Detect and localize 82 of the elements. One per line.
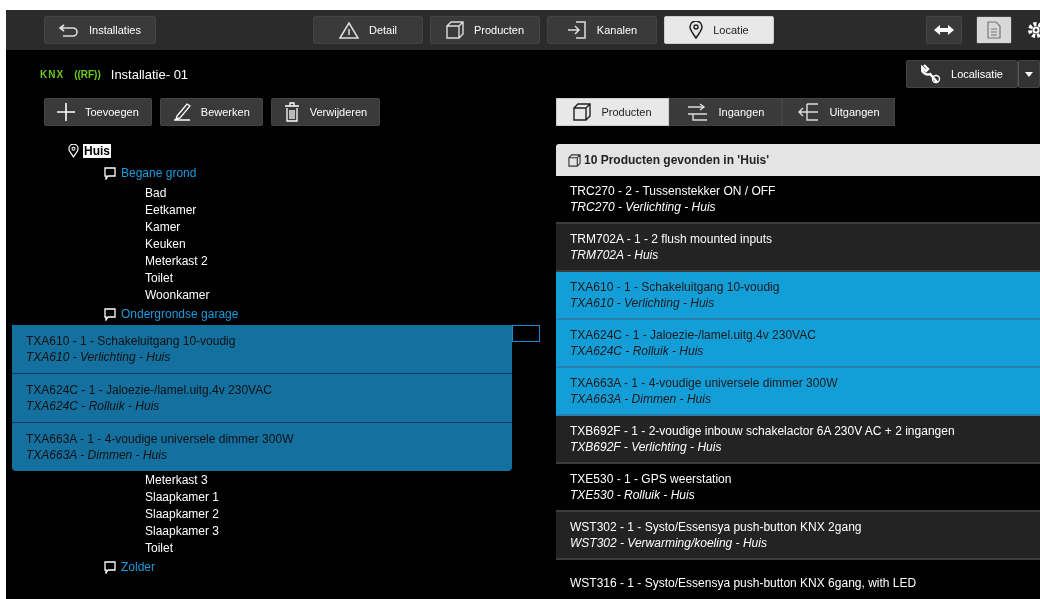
product-subtitle: WST302 - Verwarming/koeling - Huis [570,536,768,550]
document-button[interactable] [976,16,1012,44]
back-button[interactable]: Installaties [44,16,156,44]
tree-item[interactable]: Toilet [144,270,174,285]
tree-item[interactable]: Slaapkamer 1 [144,489,221,504]
product-row[interactable]: TXA610 - 1 - Schakeluitgang 10-voudig TXA610 - Verlichting - Huis [556,272,1040,320]
tree-item[interactable]: Meterkast 3 [144,472,209,487]
rf-logo: ((RF)) [74,68,101,80]
product-title: WST316 - 1 - Systo/Essensya push-button KNX 6gang, with LED [570,576,918,590]
product-subtitle: TRM702A - Huis [570,248,660,262]
drag-item-title: TXA610 - 1 - Schakeluitgang 10-voudig [26,334,236,348]
drag-item-title: TXA624C - 1 - Jaloezie-/lamel.uitg.4v 230VAC [26,383,272,397]
drop-target-outline [512,325,540,342]
tree-item[interactable]: Zolder [120,560,156,574]
product-title: WST302 - 1 - Systo/Essensya push-button KNX 2gang [570,520,863,534]
tree-item[interactable]: Eetkamer [144,202,198,217]
product-row[interactable]: TXB692F - 1 - 2-voudige inbouw schakelactor 6A 230V AC + 2 ingangen TXB692F - Verlichting - Huis [556,416,1040,464]
knx-logo: KNX [40,68,65,80]
enter-icon [566,21,587,39]
product-title: TRM702A - 1 - 2 flush mounted inputs [570,232,774,246]
tree-item[interactable]: Huis [83,144,111,158]
drag-item-subtitle: TXA624C - Rolluik - Huis [26,399,160,413]
drag-item-subtitle: TXA610 - Verlichting - Huis [26,350,171,364]
plus-icon [57,103,75,121]
drag-item-title: TXA663A - 1 - 4-voudige universele dimmer 300W [26,432,294,446]
dropdown-button[interactable] [1018,60,1040,88]
tree-item[interactable]: Slaapkamer 2 [144,506,221,521]
view-tab[interactable]: Uitgangen [782,98,895,126]
toolbar-button[interactable]: Toevoegen [44,98,152,126]
product-subtitle: TXA610 - Verlichting - Huis [570,296,716,310]
tree-item[interactable]: Ondergrondse garage [120,307,240,321]
installation-title: Installatie- 01 [110,66,189,82]
pencil-icon [172,103,191,121]
document-icon [987,21,1001,39]
output-arrows-icon [797,103,820,121]
toolbar-button[interactable]: Bewerken [159,98,263,126]
tree-item[interactable]: Meterkast 2 [144,253,209,268]
product-row[interactable]: TXA663A - 1 - 4-voudige universele dimmer 300W TXA663A - Dimmen - Huis [556,368,1040,416]
toolbar-button[interactable]: Verwijderen [270,98,381,126]
back-arrow-icon [59,23,79,37]
tree-item[interactable]: Slaapkamer 3 [144,523,221,538]
nav-tab[interactable]: Producten [430,16,540,44]
tree-item[interactable]: Toilet [144,540,174,555]
products-heading: 10 Producten gevonden in 'Huis' [584,153,770,167]
double-arrow-icon [934,25,954,35]
product-title: TXA663A - 1 - 4-voudige universele dimmer 300W [570,376,839,390]
product-row[interactable]: TRM702A - 1 - 2 flush mounted inputs TRM702A - Huis [556,224,1040,272]
tree-item[interactable]: Begane grond [120,166,198,180]
tree-item[interactable]: Kamer [144,219,182,234]
caret-icon [1025,71,1033,77]
product-subtitle: TXE530 - Rolluik - Huis [570,488,696,502]
split-view-button[interactable] [926,16,962,44]
box-icon [445,21,464,39]
tree-item[interactable]: Keuken [144,236,187,251]
localisatie-button[interactable]: Localisatie [906,60,1018,88]
product-row[interactable]: TXA624C - 1 - Jaloezie-/lamel.uitg.4v 230VAC TXA624C - Rolluik - Huis [556,320,1040,368]
input-arrows-icon [686,103,709,121]
tree-item[interactable]: Woonkamer [144,287,211,302]
box-icon [573,103,592,121]
product-title: TRC270 - 2 - Tussenstekker ON / OFF [570,184,777,198]
nav-tab[interactable]: Detail [313,16,423,44]
product-title: TXB692F - 1 - 2-voudige inbouw schakelactor 6A 230V AC + 2 ingangen [570,424,956,438]
drag-item-subtitle: TXA663A - Dimmen - Huis [26,448,167,462]
product-subtitle: TRC270 - Verlichting - Huis [570,200,717,214]
nav-tab[interactable]: Kanalen [547,16,657,44]
view-tab[interactable]: Ingangen [669,98,782,126]
product-title: TXA610 - 1 - Schakeluitgang 10-voudig [570,280,781,294]
wrench-icon [921,64,941,84]
product-title: TXA624C - 1 - Jaloezie-/lamel.uitg.4v 230VAC [570,328,817,342]
product-subtitle: TXB692F - Verlichting - Huis [570,440,723,454]
view-tab[interactable]: Producten [556,98,669,126]
location-pin-icon [68,144,79,158]
product-title: TXE530 - 1 - GPS weerstation [570,472,733,486]
location-pin-icon [689,21,704,39]
box-icon [568,153,581,167]
product-subtitle: TXA663A - Dimmen - Huis [570,392,712,406]
settings-icon[interactable] [1026,20,1040,40]
trash-icon [283,102,300,122]
tree-item[interactable]: Bad [144,185,168,200]
product-row[interactable]: WST302 - 1 - Systo/Essensya push-button KNX 2gang WST302 - Verwarming/koeling - Huis [556,512,1040,560]
product-subtitle: TXA624C - Rolluik - Huis [570,344,705,358]
nav-tab[interactable]: Locatie [664,16,774,44]
